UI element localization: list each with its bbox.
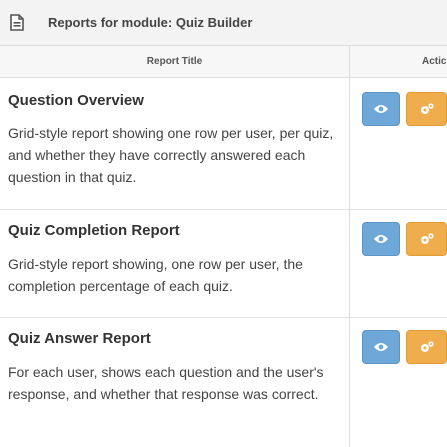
view-report-button[interactable] (362, 92, 400, 126)
cogs-icon (420, 103, 434, 114)
cogs-icon (420, 341, 434, 352)
report-description: Grid-style report showing, one row per u… (8, 256, 303, 294)
report-cell: Quiz Completion Report Grid-style report… (0, 210, 350, 317)
table-row: Question Overview Grid-style report show… (0, 78, 447, 210)
document-icon (10, 14, 24, 36)
report-settings-button[interactable] (406, 330, 447, 364)
eye-icon (374, 343, 388, 351)
report-title: Question Overview (8, 92, 144, 109)
report-cell: Quiz Answer Report For each user, shows … (0, 318, 350, 447)
report-cell: Question Overview Grid-style report show… (0, 78, 350, 209)
view-report-button[interactable] (362, 330, 400, 364)
report-settings-button[interactable] (406, 222, 447, 256)
table-header: Report Title Actic (0, 46, 447, 78)
view-report-button[interactable] (362, 222, 400, 256)
table-row: Quiz Answer Report For each user, shows … (0, 318, 447, 447)
eye-icon (374, 105, 388, 113)
report-description: For each user, shows each question and t… (8, 364, 324, 402)
eye-icon (374, 235, 388, 243)
table-row: Quiz Completion Report Grid-style report… (0, 210, 447, 318)
report-title: Quiz Completion Report (8, 222, 180, 239)
page-header: Reports for module: Quiz Builder (0, 0, 447, 46)
cogs-icon (420, 233, 434, 244)
column-header-actions: Actic (422, 56, 447, 67)
report-title: Quiz Answer Report (8, 330, 151, 347)
report-settings-button[interactable] (406, 92, 447, 126)
column-header-report-title: Report Title (0, 46, 350, 77)
report-description: Grid-style report showing one row per us… (8, 125, 334, 185)
page-title: Reports for module: Quiz Builder (48, 15, 253, 30)
